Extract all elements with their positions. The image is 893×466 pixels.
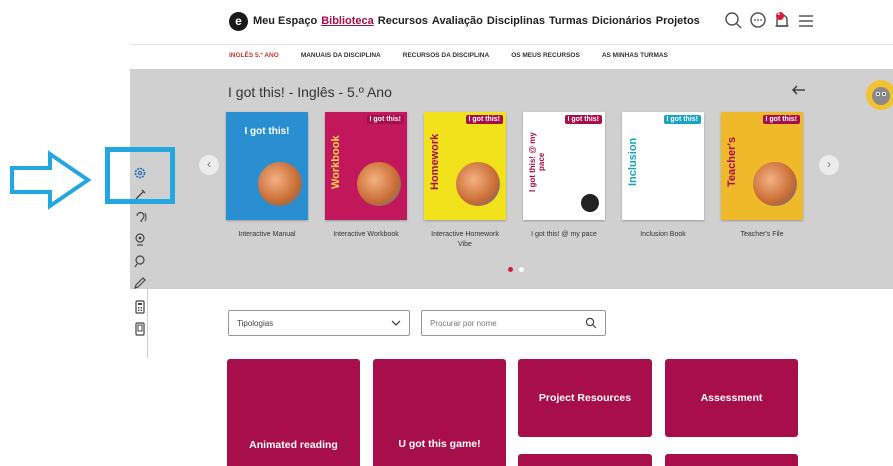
tile-u-got-this-game[interactable]: U got this game! — [373, 359, 506, 466]
cover-title: Workbook — [330, 135, 342, 189]
pin-icon[interactable] — [133, 254, 147, 268]
menu-icon[interactable] — [796, 11, 816, 31]
tile-animated-reading[interactable]: Animated reading — [227, 359, 360, 466]
typology-value: Tipologias — [237, 319, 274, 328]
subnav-ingles-5[interactable]: INGLÊS 5.º ANO — [229, 52, 279, 59]
tablet-icon[interactable] — [133, 322, 147, 336]
cover-illustration — [456, 162, 500, 206]
cover-title: Homework — [429, 133, 441, 191]
book-cover[interactable]: I got this! I got this! @ my pace — [523, 112, 605, 220]
search-icon[interactable] — [585, 317, 597, 329]
webcam-icon[interactable] — [133, 232, 147, 246]
avatar[interactable] — [866, 80, 893, 110]
book-label: Inclusion Book — [640, 231, 686, 238]
cover-title: I got this! — [244, 126, 290, 137]
nav-recursos[interactable]: Recursos — [378, 15, 428, 27]
nav-turmas[interactable]: Turmas — [549, 15, 588, 27]
cover-illustration — [581, 194, 599, 212]
tile-project-resources[interactable]: Project Resources — [518, 359, 652, 437]
typology-select[interactable]: Tipologias — [228, 310, 410, 336]
search-placeholder: Procurar por nome — [430, 319, 497, 328]
bell-icon[interactable]: 1 — [772, 11, 792, 31]
book-label: Interactive Manual — [238, 231, 296, 238]
top-nav: e Meu Espaço Biblioteca Recursos Avaliaç… — [0, 0, 893, 44]
cover-illustration — [357, 162, 401, 206]
tile-label: Animated reading — [249, 439, 338, 451]
page: e Meu Espaço Biblioteca Recursos Avaliaç… — [0, 0, 893, 466]
top-right-icons: 1 — [724, 11, 816, 31]
sub-nav: INGLÊS 5.º ANO MANUAIS DA DISCIPLINA REC… — [229, 52, 668, 59]
nav-projetos[interactable]: Projetos — [656, 15, 700, 27]
back-arrow-icon[interactable] — [790, 81, 808, 99]
cover-illustration — [753, 162, 797, 206]
book-list: I got this! Interactive Manual I got thi… — [226, 112, 803, 250]
tile-label: Assessment — [700, 392, 763, 404]
book-cover[interactable]: I got this! Inclusion — [622, 112, 704, 220]
books-carousel: I got this! - Inglês - 5.º Ano ‹ › I got… — [130, 69, 893, 289]
search-input[interactable]: Procurar por nome — [421, 310, 606, 336]
cover-badge: I got this! — [663, 115, 701, 124]
ear-icon[interactable] — [133, 210, 147, 224]
page-dot[interactable] — [508, 267, 513, 272]
chat-icon[interactable] — [748, 11, 768, 31]
book-item[interactable]: I got this! Teacher's Teacher's File — [721, 112, 803, 250]
cover-illustration — [258, 162, 302, 206]
cover-title: I got this! @ my pace — [528, 132, 546, 192]
subnav-recursos[interactable]: RECURSOS DA DISCIPLINA — [403, 52, 489, 59]
book-label: Interactive Homework Vibe — [431, 231, 499, 248]
subnav-minhas-turmas[interactable]: AS MINHAS TURMAS — [602, 52, 668, 59]
book-label: Interactive Workbook — [333, 231, 399, 238]
tile-label: U got this game! — [398, 438, 481, 450]
cover-badge: I got this! — [465, 115, 503, 124]
pointer-arrow-icon — [8, 150, 93, 210]
nav-divider — [130, 44, 893, 45]
book-item[interactable]: I got this! Workbook Interactive Workboo… — [325, 112, 407, 250]
tile-partial[interactable] — [665, 454, 798, 466]
notification-count: 1 — [777, 11, 781, 17]
book-cover[interactable]: I got this! — [226, 112, 308, 220]
nav-dicionarios[interactable]: Dicionários — [592, 15, 652, 27]
book-cover[interactable]: I got this! Workbook — [325, 112, 407, 220]
cover-title: Teacher's — [726, 136, 738, 188]
nav-avaliacao[interactable]: Avaliação — [432, 15, 483, 27]
settings-highlight — [105, 147, 175, 204]
book-label: Teacher's File — [740, 231, 784, 238]
carousel-title: I got this! - Inglês - 5.º Ano — [228, 84, 392, 100]
book-cover[interactable]: I got this! Teacher's — [721, 112, 803, 220]
search-icon[interactable] — [724, 11, 744, 31]
nav-meu-espaco[interactable]: Meu Espaço — [253, 15, 317, 27]
book-item[interactable]: I got this! Inclusion Inclusion Book — [622, 112, 704, 250]
logo[interactable]: e — [229, 12, 248, 31]
carousel-prev-button[interactable]: ‹ — [199, 155, 219, 175]
chevron-down-icon — [391, 318, 401, 328]
book-item[interactable]: I got this! Interactive Manual — [226, 112, 308, 250]
book-item[interactable]: I got this! I got this! @ my pace I got … — [523, 112, 605, 250]
book-cover[interactable]: I got this! Homework — [424, 112, 506, 220]
carousel-pagination — [508, 267, 524, 272]
main-nav: Meu Espaço Biblioteca Recursos Avaliação… — [253, 15, 700, 27]
nav-disciplinas[interactable]: Disciplinas — [487, 15, 545, 27]
page-dot[interactable] — [519, 267, 524, 272]
tile-partial[interactable] — [518, 454, 652, 466]
cover-badge: I got this! — [366, 115, 404, 124]
nav-biblioteca[interactable]: Biblioteca — [321, 15, 374, 27]
carousel-next-button[interactable]: › — [819, 155, 839, 175]
tile-label: Project Resources — [538, 392, 632, 404]
book-item[interactable]: I got this! Homework Interactive Homewor… — [424, 112, 506, 250]
tile-assessment[interactable]: Assessment — [665, 359, 798, 437]
calculator-icon[interactable] — [133, 300, 147, 314]
pencil-icon[interactable] — [133, 276, 147, 290]
subnav-manuais[interactable]: MANUAIS DA DISCIPLINA — [301, 52, 381, 59]
book-label: I got this! @ my pace — [531, 231, 597, 238]
cover-badge: I got this! — [762, 115, 800, 124]
cover-title: Inclusion — [627, 137, 639, 187]
subnav-meus-recursos[interactable]: OS MEUS RECURSOS — [511, 52, 580, 59]
cover-badge: I got this! — [564, 115, 602, 124]
